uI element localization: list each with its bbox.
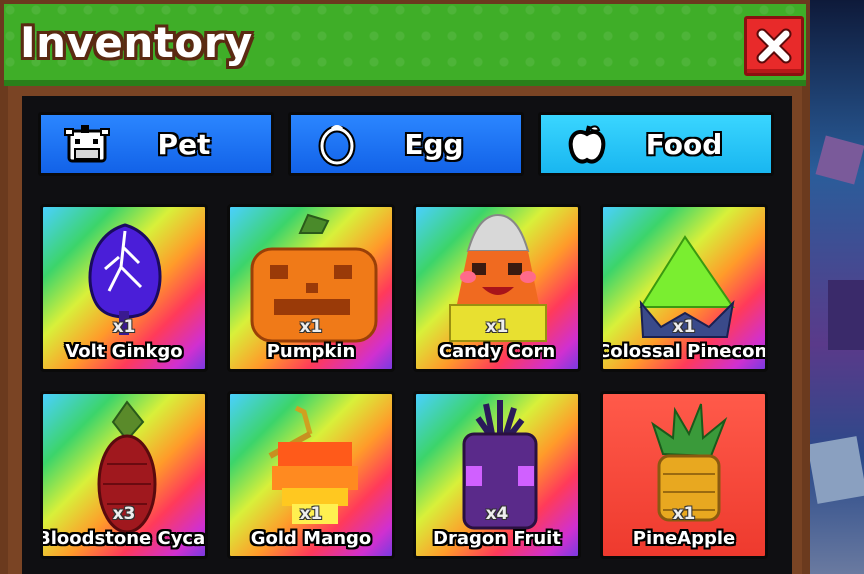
- item-name: Candy Corn: [438, 341, 556, 362]
- item-name: Dragon Fruit: [433, 528, 561, 549]
- item-card-bloodstone-cycad[interactable]: x3 Bloodstone Cycad: [40, 391, 208, 559]
- tab-food[interactable]: Food: [538, 112, 774, 176]
- item-name: Colossal Pinecone: [600, 341, 768, 362]
- item-card-candy-corn[interactable]: x1 Candy Corn: [413, 204, 581, 372]
- world-block: [828, 280, 864, 350]
- world-block: [807, 436, 864, 504]
- item-quantity: x1: [112, 317, 136, 337]
- tab-label: Pet: [157, 127, 211, 161]
- item-quantity: x1: [485, 317, 509, 337]
- item-card-pumpkin[interactable]: x1 Pumpkin: [227, 204, 395, 372]
- tab-label: Food: [645, 127, 723, 161]
- item-card-gold-mango[interactable]: x1 Gold Mango: [227, 391, 395, 559]
- tab-label: Egg: [404, 127, 464, 161]
- tab-egg[interactable]: Egg: [288, 112, 524, 176]
- item-card-pineapple[interactable]: x1 PineApple: [600, 391, 768, 559]
- item-card-volt-ginkgo[interactable]: x1 Volt Ginkgo: [40, 204, 208, 372]
- item-quantity: x1: [672, 317, 696, 337]
- world-block: [815, 135, 864, 185]
- inventory-titlebar: Inventory: [4, 4, 806, 86]
- apple-icon: [557, 120, 617, 168]
- game-world-background: [807, 0, 864, 574]
- item-name: Bloodstone Cycad: [40, 528, 208, 549]
- close-button[interactable]: [744, 16, 804, 76]
- item-quantity: x1: [672, 504, 696, 524]
- item-name: Volt Ginkgo: [65, 341, 183, 362]
- close-x-icon: [756, 28, 792, 64]
- item-name: Gold Mango: [250, 528, 372, 549]
- pet-cow-icon: [57, 120, 117, 168]
- item-name: Pumpkin: [266, 341, 356, 362]
- item-quantity: x3: [112, 504, 136, 524]
- egg-icon: [307, 120, 367, 168]
- item-quantity: x1: [299, 317, 323, 337]
- item-name: PineApple: [632, 528, 736, 549]
- item-quantity: x1: [299, 504, 323, 524]
- item-card-colossal-pinecone[interactable]: x1 Colossal Pinecone: [600, 204, 768, 372]
- item-quantity: x4: [485, 504, 509, 524]
- item-card-dragon-fruit[interactable]: x4 Dragon Fruit: [413, 391, 581, 559]
- tab-pet[interactable]: Pet: [38, 112, 274, 176]
- window-title: Inventory: [20, 18, 253, 67]
